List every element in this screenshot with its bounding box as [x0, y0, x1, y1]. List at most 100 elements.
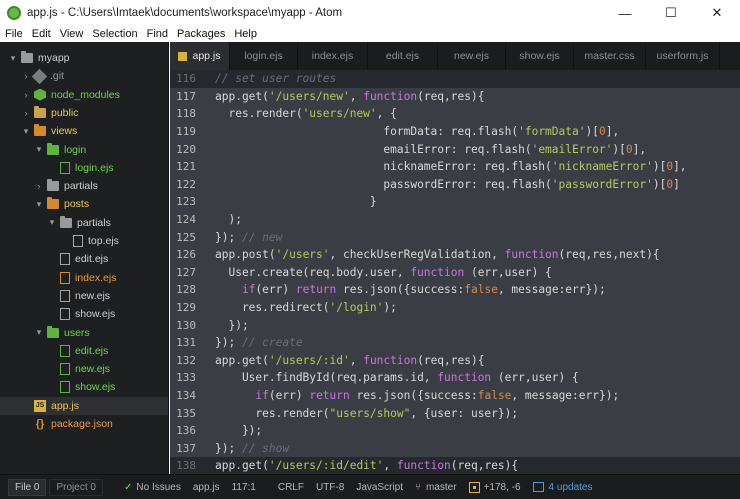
line-number[interactable]: 127	[170, 266, 215, 279]
tree-item-myapp[interactable]: ▾ myapp	[0, 49, 168, 67]
menu-edit[interactable]: Edit	[27, 28, 55, 40]
chevron-icon[interactable]: ›	[21, 71, 31, 81]
linter-status[interactable]: ✓ No Issues	[124, 482, 181, 493]
menu-find[interactable]: Find	[142, 28, 172, 40]
line-number[interactable]: 136	[170, 424, 215, 437]
tree-item-posts[interactable]: ▾ posts	[0, 195, 168, 213]
file-panel-tab[interactable]: File 0	[8, 478, 47, 496]
tree-item-views[interactable]: ▾ views	[0, 122, 168, 140]
tab-app-js[interactable]: app.js	[170, 42, 230, 70]
code-line[interactable]: 134 if(err) return res.json({success:fal…	[170, 386, 740, 405]
chevron-icon[interactable]: ▾	[34, 327, 44, 338]
line-number[interactable]: 123	[170, 195, 215, 208]
menu-selection[interactable]: Selection	[87, 28, 141, 40]
code-line[interactable]: 127 User.create(req.body.user, function …	[170, 263, 740, 282]
menu-file[interactable]: File	[0, 28, 27, 40]
tree-item--git[interactable]: › .git	[0, 67, 168, 85]
code-line[interactable]: 126 app.post('/users', checkUserRegValida…	[170, 246, 740, 264]
line-number[interactable]: 117	[170, 90, 215, 103]
code-line[interactable]: 137}); // show	[170, 439, 740, 458]
code-line[interactable]: 133 User.findById(req.params.id, functio…	[170, 369, 740, 387]
code-line[interactable]: 119 formData: req.flash('formData')[0],	[170, 122, 740, 141]
tree-item-show-ejs[interactable]: show.ejs	[0, 305, 168, 323]
tab-master-css[interactable]: master.css	[574, 42, 646, 70]
minimize-button[interactable]: —	[602, 0, 648, 26]
line-number[interactable]: 135	[170, 407, 215, 420]
code-line[interactable]: 135 res.render("users/show", {user: user…	[170, 404, 740, 422]
code-line[interactable]: 129 res.redirect('/login');	[170, 298, 740, 317]
status-filename[interactable]: app.js	[193, 482, 220, 493]
tree-item-edit-ejs[interactable]: edit.ejs	[0, 250, 168, 268]
line-number[interactable]: 138	[170, 459, 215, 472]
close-button[interactable]: ✕	[694, 0, 740, 26]
code-line[interactable]: 117 app.get('/users/new', function(req,re…	[170, 87, 740, 106]
tree-item-login-ejs[interactable]: login.ejs	[0, 159, 168, 177]
tree-item-top-ejs[interactable]: top.ejs	[0, 232, 168, 250]
line-number[interactable]: 116	[170, 72, 215, 85]
tree-item-login[interactable]: ▾ login	[0, 141, 168, 159]
code-line[interactable]: 132 app.get('/users/:id', function(req,re…	[170, 351, 740, 370]
tree-item-partials[interactable]: › partials	[0, 177, 168, 195]
tree-item-new-ejs[interactable]: new.ejs	[0, 360, 168, 378]
chevron-icon[interactable]: ▾	[34, 199, 44, 210]
chevron-icon[interactable]: ▾	[47, 217, 57, 228]
package-updates[interactable]: 4 updates	[532, 482, 592, 493]
tree-item-package-json[interactable]: {} package.json	[0, 415, 168, 433]
line-number[interactable]: 129	[170, 301, 215, 314]
line-number[interactable]: 126	[170, 248, 215, 261]
code-line[interactable]: 116// set user routes	[170, 70, 740, 88]
tree-item-public[interactable]: › public	[0, 104, 168, 122]
code-line[interactable]: 128 if(err) return res.json({success:fal…	[170, 281, 740, 299]
code-line[interactable]: 121 nicknameError: req.flash('nicknameEr…	[170, 158, 740, 176]
tree-item-edit-ejs[interactable]: edit.ejs	[0, 342, 168, 360]
tree-item-node-modules[interactable]: › node_modules	[0, 86, 168, 104]
chevron-icon[interactable]: ›	[34, 181, 44, 191]
line-number[interactable]: 118	[170, 107, 215, 120]
git-branch[interactable]: ⑂ master	[415, 482, 457, 493]
line-number[interactable]: 134	[170, 389, 215, 402]
maximize-button[interactable]: ☐	[648, 0, 694, 26]
code-editor[interactable]: 116// set user routes 117 app.get('/users/…	[170, 70, 740, 474]
tree-item-show-ejs[interactable]: show.ejs	[0, 378, 168, 396]
chevron-icon[interactable]: ›	[21, 90, 31, 100]
tab-new-ejs[interactable]: new.ejs	[438, 42, 506, 70]
line-number[interactable]: 122	[170, 178, 215, 191]
line-number[interactable]: 120	[170, 143, 215, 156]
chevron-icon[interactable]: ▾	[34, 144, 44, 155]
tab-show-ejs[interactable]: show.ejs	[506, 42, 574, 70]
code-line[interactable]: 125}); // new	[170, 228, 740, 246]
menu-packages[interactable]: Packages	[172, 28, 229, 40]
code-line[interactable]: 120 emailError: req.flash('emailError')[…	[170, 140, 740, 158]
tab-index-ejs[interactable]: index.ejs	[298, 42, 368, 70]
chevron-icon[interactable]: ▾	[21, 126, 31, 137]
line-number[interactable]: 128	[170, 283, 215, 296]
line-number[interactable]: 124	[170, 213, 215, 226]
code-line[interactable]: 131}); // create	[170, 334, 740, 352]
tree-item-partials[interactable]: ▾ partials	[0, 214, 168, 232]
chevron-icon[interactable]: ▾	[8, 53, 18, 64]
code-line[interactable]: 122 passwordError: req.flash('passwordEr…	[170, 175, 740, 194]
line-number[interactable]: 137	[170, 442, 215, 455]
code-line[interactable]: 130 });	[170, 316, 740, 334]
cursor-position[interactable]: 117:1	[232, 482, 256, 493]
tree-item-index-ejs[interactable]: index.ejs	[0, 269, 168, 287]
file-encoding[interactable]: UTF-8	[316, 482, 344, 493]
line-number[interactable]: 119	[170, 125, 215, 138]
tab-edit-ejs[interactable]: edit.ejs	[368, 42, 438, 70]
tab-login-ejs[interactable]: login.ejs	[230, 42, 298, 70]
code-line[interactable]: 138 app.get('/users/:id/edit', function(r…	[170, 457, 740, 474]
tree-item-app-js[interactable]: JS app.js	[0, 396, 168, 415]
line-number[interactable]: 133	[170, 371, 215, 384]
tab-userform-js[interactable]: userform.js	[646, 42, 720, 70]
line-number[interactable]: 121	[170, 160, 215, 173]
project-panel-tab[interactable]: Project 0	[49, 478, 103, 496]
line-number[interactable]: 132	[170, 354, 215, 367]
git-diff-stats[interactable]: +178, -6	[468, 481, 521, 493]
code-line[interactable]: 124 );	[170, 210, 740, 229]
code-line[interactable]: 136 });	[170, 422, 740, 440]
code-line[interactable]: 118 res.render('users/new', {	[170, 105, 740, 123]
chevron-icon[interactable]: ›	[21, 108, 31, 118]
line-ending[interactable]: CRLF	[278, 482, 304, 493]
menu-view[interactable]: View	[55, 28, 88, 40]
tree-item-users[interactable]: ▾ users	[0, 324, 168, 342]
